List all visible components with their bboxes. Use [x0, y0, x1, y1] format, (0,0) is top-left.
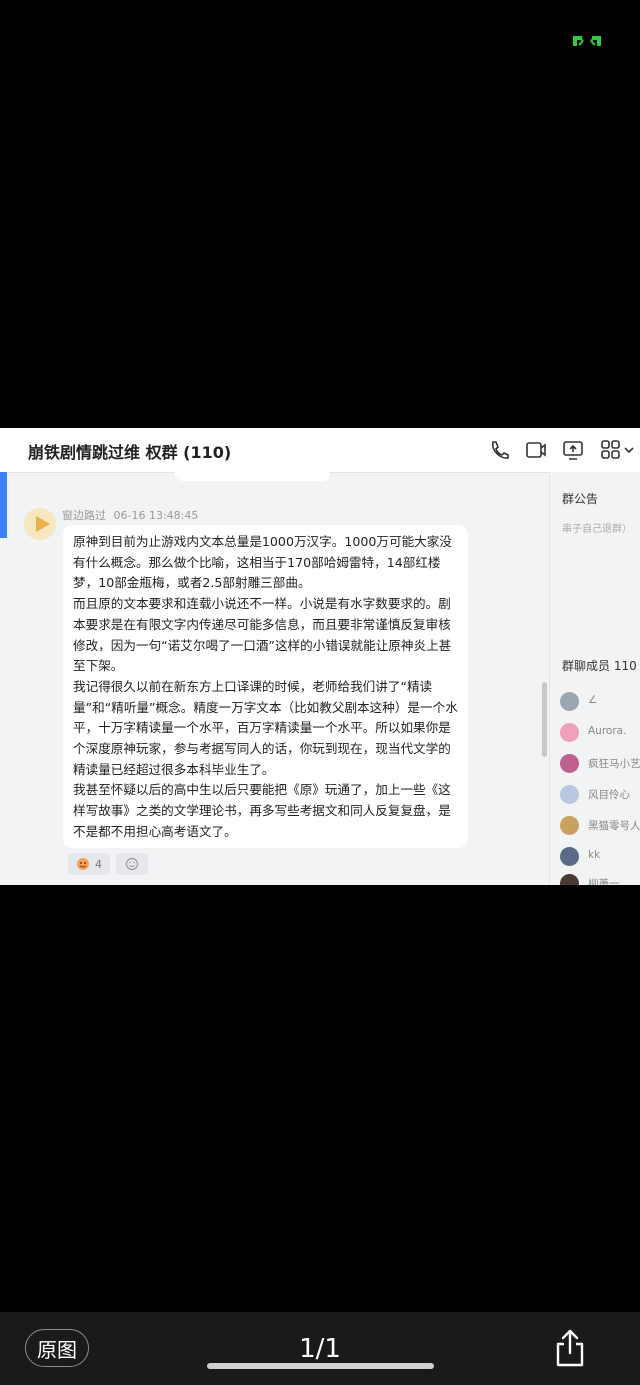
sender-name: 窗边路过 — [62, 509, 106, 522]
member-item[interactable]: kk — [560, 847, 640, 867]
member-item[interactable]: Aurora. — [560, 723, 640, 743]
reaction-chip[interactable]: 4 — [68, 853, 110, 875]
viewer-toolbar: 原图 1/1 — [0, 1312, 640, 1385]
message-text: 原神到目前为止游戏内文本总量是1000万汉字。1000万可能大家没有什么概念。那… — [73, 532, 461, 843]
member-name: ∠ — [588, 694, 598, 706]
member-name: 疯狂马小艺 — [588, 758, 640, 770]
member-avatar — [560, 754, 579, 773]
member-item[interactable]: 风目伶心 — [560, 785, 640, 805]
member-item[interactable]: 柳萧一 — [560, 874, 640, 885]
notice-text: 串子自己退群） — [562, 524, 632, 535]
avatar-image — [24, 508, 56, 540]
member-avatar — [560, 723, 579, 742]
member-item[interactable]: ∠ — [560, 692, 640, 712]
member-name: 风目伶心 — [588, 789, 630, 801]
reaction-count: 4 — [95, 857, 102, 871]
message-paragraph: 我甚至怀疑以后的高中生以后只要能把《原》玩通了，加上一些《这样写故事》之类的文学… — [73, 782, 451, 839]
message-paragraph: 而且原的文本要求和连载小说还不一样。小说是有水字数要求的。剧本要求是在有限文字内… — [73, 596, 452, 674]
group-side-panel: 群公告 串子自己退群） 群聊成员 110 ∠ Aurora. 疯狂马小艺 风目伶… — [549, 472, 640, 885]
screen-share-icon[interactable] — [562, 439, 584, 461]
member-name: 黑猫零号人 — [588, 820, 640, 832]
chevron-down-icon[interactable] — [623, 439, 635, 461]
members-title: 群聊成员 110 — [562, 659, 637, 673]
notice-title: 群公告 — [562, 492, 599, 506]
member-avatar — [560, 785, 579, 804]
member-avatar — [560, 692, 579, 711]
member-avatar — [560, 816, 579, 835]
message-meta: 窗边路过 06-16 13:48:45 — [62, 507, 198, 523]
avatar[interactable] — [24, 508, 56, 540]
chat-screenshot: 崩铁剧情跳过维 权群 (110) 窗边路过 06-16 13:48:45 原神到… — [0, 428, 640, 885]
member-name: kk — [588, 849, 601, 861]
expand-arrows-icon — [573, 36, 601, 46]
member-item[interactable]: 疯狂马小艺 — [560, 754, 640, 774]
reaction-emoji-icon — [77, 858, 89, 870]
selection-indicator — [0, 472, 7, 538]
group-title: 崩铁剧情跳过维 权群 (110) — [28, 443, 232, 462]
message-paragraph: 原神到目前为止游戏内文本总量是1000万汉字。1000万可能大家没有什么概念。那… — [73, 534, 452, 591]
member-item[interactable]: 黑猫零号人 — [560, 816, 640, 836]
apps-icon[interactable] — [600, 439, 622, 461]
member-avatar — [560, 874, 579, 885]
video-icon[interactable] — [525, 439, 547, 461]
previous-message-bubble — [175, 472, 330, 481]
page-counter: 1/1 — [299, 1334, 341, 1364]
phone-icon[interactable] — [488, 439, 510, 461]
home-indicator[interactable] — [207, 1363, 434, 1369]
member-name: 柳萧一 — [588, 878, 620, 885]
add-emoji-icon — [125, 857, 139, 871]
member-avatar — [560, 847, 579, 866]
share-icon[interactable] — [553, 1328, 587, 1368]
message-bubble[interactable]: 原神到目前为止游戏内文本总量是1000万汉字。1000万可能大家没有什么概念。那… — [63, 525, 468, 848]
member-name: Aurora. — [588, 725, 627, 737]
message-paragraph: 我记得很久以前在新东方上口译课的时候，老师给我们讲了“精读量”和“精听量”概念。… — [73, 678, 458, 777]
add-reaction-button[interactable] — [116, 853, 148, 875]
chat-header: 崩铁剧情跳过维 权群 (110) — [0, 428, 640, 473]
scrollbar[interactable] — [542, 682, 547, 757]
message-time: 06-16 13:48:45 — [113, 509, 199, 522]
